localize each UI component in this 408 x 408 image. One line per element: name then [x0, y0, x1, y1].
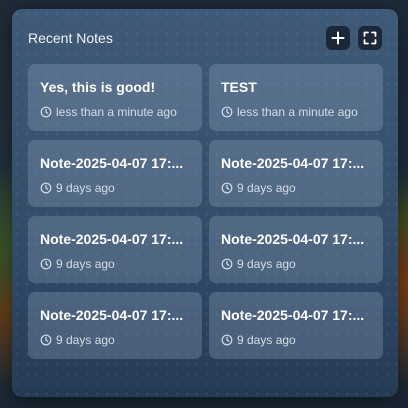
recent-notes-widget: Recent Notes Yes, this is good! less tha…	[12, 9, 398, 397]
note-time: 9 days ago	[237, 181, 296, 195]
note-card[interactable]: Note-2025-04-07 17:... 9 days ago	[28, 216, 202, 283]
plus-icon	[331, 31, 345, 45]
note-meta: 9 days ago	[221, 333, 371, 347]
header-actions	[326, 26, 382, 50]
expand-button[interactable]	[358, 26, 382, 50]
clock-icon	[40, 334, 52, 346]
note-time: 9 days ago	[237, 257, 296, 271]
note-meta: 9 days ago	[221, 181, 371, 195]
clock-icon	[221, 106, 233, 118]
note-title: TEST	[221, 79, 257, 95]
widget-title: Recent Notes	[28, 30, 113, 46]
note-card[interactable]: Note-2025-04-07 17:... 9 days ago	[209, 216, 383, 283]
clock-icon	[221, 334, 233, 346]
widget-header: Recent Notes	[28, 25, 382, 51]
note-meta: 9 days ago	[221, 257, 371, 271]
notes-grid: Yes, this is good! less than a minute ag…	[28, 64, 383, 359]
clock-icon	[40, 106, 52, 118]
note-meta: 9 days ago	[40, 333, 190, 347]
note-meta: 9 days ago	[40, 181, 190, 195]
note-card[interactable]: Note-2025-04-07 17:... 9 days ago	[28, 292, 202, 359]
note-card[interactable]: Yes, this is good! less than a minute ag…	[28, 64, 202, 131]
note-title: Note-2025-04-07 17:...	[221, 231, 365, 247]
add-note-button[interactable]	[326, 26, 350, 50]
note-time: 9 days ago	[237, 333, 296, 347]
note-meta: less than a minute ago	[40, 105, 190, 119]
note-time: less than a minute ago	[237, 105, 358, 119]
note-meta: less than a minute ago	[221, 105, 371, 119]
note-time: 9 days ago	[56, 333, 115, 347]
clock-icon	[221, 182, 233, 194]
clock-icon	[221, 258, 233, 270]
clock-icon	[40, 258, 52, 270]
note-title: Note-2025-04-07 17:...	[40, 231, 184, 247]
note-title: Note-2025-04-07 17:...	[40, 155, 184, 171]
note-time: 9 days ago	[56, 257, 115, 271]
note-time: less than a minute ago	[56, 105, 177, 119]
note-card[interactable]: Note-2025-04-07 17:... 9 days ago	[28, 140, 202, 207]
note-meta: 9 days ago	[40, 257, 190, 271]
note-card[interactable]: Note-2025-04-07 17:... 9 days ago	[209, 140, 383, 207]
expand-icon	[363, 31, 377, 45]
note-title: Note-2025-04-07 17:...	[221, 155, 365, 171]
note-title: Note-2025-04-07 17:...	[40, 307, 184, 323]
note-card[interactable]: Note-2025-04-07 17:... 9 days ago	[209, 292, 383, 359]
note-card[interactable]: TEST less than a minute ago	[209, 64, 383, 131]
note-time: 9 days ago	[56, 181, 115, 195]
clock-icon	[40, 182, 52, 194]
note-title: Yes, this is good!	[40, 79, 156, 95]
note-title: Note-2025-04-07 17:...	[221, 307, 365, 323]
